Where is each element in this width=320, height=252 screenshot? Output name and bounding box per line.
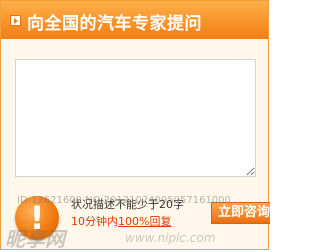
panel-title: 向全国的汽车专家提问 [27,14,202,34]
reply-rate-text: 100%回复 [118,215,172,228]
ask-expert-panel: 向全国的汽车专家提问 ! 状况描述不能少于20字 10分钟内100%回复 立即咨… [0,0,270,251]
watermark-brand: 昵享网 [5,227,65,251]
watermark-id: ID:12621600 NO:20121024095057161000 [17,195,231,206]
arrow-right-icon [10,15,21,26]
watermark-url: www.nipic.com [125,231,216,245]
panel-header: 向全国的汽车专家提问 [1,1,268,39]
reply-time-hint: 10分钟内100%回复 [71,213,171,229]
reply-time-prefix: 10分钟内 [71,215,118,228]
panel-footer: ! 状况描述不能少于20字 10分钟内100%回复 立即咨询 ID:126216… [1,185,270,251]
question-textarea[interactable] [15,59,256,177]
